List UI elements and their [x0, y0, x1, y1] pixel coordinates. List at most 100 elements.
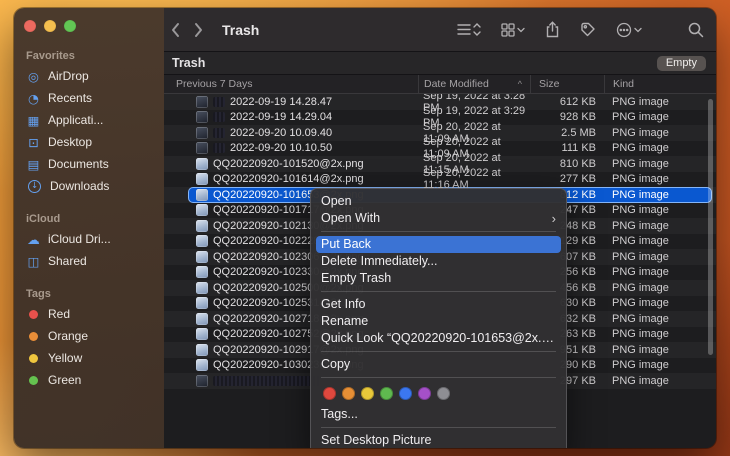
vertical-scrollbar[interactable] [708, 99, 713, 355]
file-kind-cell: PNG image [612, 188, 669, 201]
file-thumbnail-icon [196, 374, 208, 387]
sort-ascending-icon: ^ [517, 79, 522, 89]
file-thumbnail-icon [196, 250, 208, 263]
traffic-lights [14, 18, 164, 46]
menu-separator [321, 351, 556, 352]
file-kind-cell: PNG image [612, 219, 669, 232]
tag-color-dot[interactable] [342, 387, 355, 400]
menu-item-label: Empty Trash [321, 271, 392, 285]
file-thumbnail-icon [196, 312, 208, 325]
close-button[interactable] [24, 20, 36, 32]
file-name: 2022-09-19 14.29.04 [230, 111, 333, 124]
file-kind-cell: PNG image [612, 374, 669, 387]
file-kind-cell: PNG image [612, 157, 669, 170]
yellow-tag-dot [29, 353, 38, 363]
list-view-icon [457, 23, 481, 36]
sidebar-item-green[interactable]: Green [14, 369, 164, 391]
file-date-cell: Sep 20, 2022 at 11:16 AM [423, 167, 501, 192]
sidebar-item-label: Red [48, 307, 71, 321]
sidebar-item-label: AirDrop [48, 69, 89, 83]
sidebar-item-yellow[interactable]: Yellow [14, 347, 164, 369]
menu-item-set-desktop-picture[interactable]: Set Desktop Picture [311, 432, 566, 448]
desktop-icon: ⊡ [28, 134, 39, 150]
menu-item-label: Get Info [321, 297, 366, 311]
view-options-button[interactable] [457, 22, 481, 37]
toolbar: Trash [164, 8, 716, 52]
recents-icon: ◔ [28, 90, 39, 106]
tag-color-dot[interactable] [323, 387, 336, 400]
menu-item-quick-look-qq20220920-101653-2x-png[interactable]: Quick Look “QQ20220920-101653@2x.png” [311, 330, 566, 347]
sidebar-item-recents[interactable]: ◔ Recents [14, 87, 164, 109]
menu-item-delete-immediately[interactable]: Delete Immediately... [311, 253, 566, 270]
column-header-row: Previous 7 Days Date Modified ^ Size Kin… [164, 75, 716, 94]
menu-separator [321, 291, 556, 292]
zoom-button[interactable] [64, 20, 76, 32]
tags-button[interactable] [580, 22, 596, 38]
sidebar-item-label: Yellow [48, 351, 83, 365]
menu-item-open-with[interactable]: Open With › [311, 210, 566, 227]
menu-separator [321, 377, 556, 378]
menu-item-get-info[interactable]: Get Info [311, 296, 566, 313]
search-button[interactable] [688, 22, 704, 38]
sidebar-item-shared[interactable]: ◫ Shared [14, 250, 164, 272]
sidebar-item-documents[interactable]: ▤ Documents [14, 153, 164, 175]
sidebar-item-icloud-dri[interactable]: ☁ iCloud Dri... [14, 228, 164, 250]
sidebar-item-label: Orange [48, 329, 89, 343]
menu-item-put-back[interactable]: Put Back [316, 236, 561, 253]
sidebar-item-label: Green [48, 373, 82, 387]
ellipsis-circle-icon [616, 22, 642, 37]
file-name-cell: QQ20220920-101520@2x.png [164, 156, 418, 172]
sidebar-item-desktop[interactable]: ⊡ Desktop [14, 131, 164, 153]
column-label: Date Modified [424, 78, 489, 90]
sidebar-item-orange[interactable]: Orange [14, 325, 164, 347]
sidebar-section-label: Favorites [26, 50, 75, 62]
file-kind-cell: PNG image [612, 204, 669, 217]
column-header-kind[interactable]: Kind [604, 75, 716, 93]
more-options-button[interactable] [616, 22, 642, 38]
tag-color-dot[interactable] [437, 387, 450, 400]
share-button[interactable] [545, 21, 560, 38]
sidebar-item-applicati[interactable]: ▦ Applicati... [14, 109, 164, 131]
menu-item-open[interactable]: Open [311, 193, 566, 210]
sidebar-item-red[interactable]: Red [14, 303, 164, 325]
tag-color-dot[interactable] [380, 387, 393, 400]
window-title: Trash [222, 21, 260, 38]
menu-item-empty-trash[interactable]: Empty Trash [311, 270, 566, 287]
table-row[interactable]: QQ20220920-101614@2x.png Sep 20, 2022 at … [164, 167, 716, 192]
menu-tag-dots [311, 382, 566, 406]
censored-text-block [213, 127, 225, 138]
file-kind-cell: PNG image [612, 142, 669, 155]
censored-text-block [213, 112, 225, 123]
menu-item-label: Open With [321, 211, 381, 225]
tag-color-dot[interactable] [361, 387, 374, 400]
menu-item-copy[interactable]: Copy [311, 356, 566, 373]
menu-item-tags[interactable]: Tags... [311, 406, 566, 423]
file-kind-cell: PNG image [612, 250, 669, 263]
column-header-date-modified[interactable]: Date Modified ^ [418, 75, 530, 93]
sidebar-item-airdrop[interactable]: ◎ AirDrop [14, 65, 164, 87]
back-button[interactable] [170, 22, 180, 38]
sidebar-section-favorites: Favorites ◎ AirDrop ◔ Recents ▦ Applicati... ⊡ D… [14, 46, 164, 197]
column-header-size[interactable]: Size [530, 75, 604, 93]
tag-color-dot[interactable] [399, 387, 412, 400]
tag-icon [581, 22, 595, 36]
menu-item-label: Tags... [321, 407, 358, 421]
sidebar-item-downloads[interactable]: ↓ Downloads [14, 175, 164, 197]
menu-item-rename[interactable]: Rename [311, 313, 566, 330]
file-size-cell: 111 KB [561, 142, 596, 155]
forward-button[interactable] [194, 22, 204, 38]
file-size-cell: 928 KB [559, 111, 596, 124]
file-kind-cell: PNG image [612, 111, 669, 124]
tag-color-dot[interactable] [418, 387, 431, 400]
file-size-cell: 277 KB [559, 173, 596, 186]
file-name-cell: 2022-09-20 10.09.40 [164, 125, 418, 141]
orange-tag-dot [29, 331, 38, 341]
empty-trash-button[interactable]: Empty [656, 55, 706, 71]
minimize-button[interactable] [44, 20, 56, 32]
sidebar-item-label: Downloads [50, 179, 110, 193]
applications-icon: ▦ [27, 112, 40, 128]
sidebar-item-label: Shared [48, 254, 87, 268]
file-thumbnail-icon [196, 173, 208, 186]
group-options-button[interactable] [501, 22, 525, 37]
file-name: 2022-09-20 10.10.50 [230, 142, 333, 155]
